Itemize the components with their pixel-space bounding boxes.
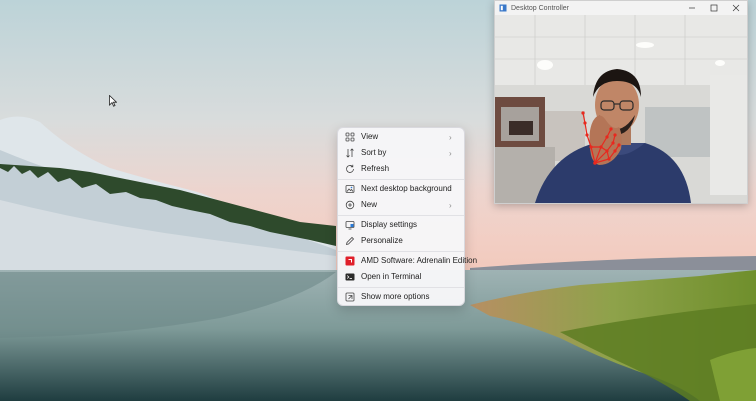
menu-item-show-more-options[interactable]: Show more options	[341, 290, 461, 304]
grid-icon	[345, 132, 355, 142]
menu-item-new[interactable]: New ›	[341, 198, 461, 212]
close-icon	[732, 4, 740, 12]
minimize-button[interactable]	[681, 1, 703, 15]
close-button[interactable]	[725, 1, 747, 15]
sort-icon	[345, 148, 355, 158]
background-icon	[345, 184, 355, 194]
new-icon	[345, 200, 355, 210]
menu-item-view[interactable]: View ›	[341, 130, 461, 144]
menu-separator	[338, 215, 464, 216]
maximize-button[interactable]	[703, 1, 725, 15]
menu-item-amd-software[interactable]: AMD Software: Adrenalin Edition	[341, 254, 477, 268]
refresh-icon	[345, 164, 355, 174]
terminal-icon	[345, 272, 355, 282]
mouse-pointer-icon	[109, 95, 117, 107]
pen-icon	[345, 236, 355, 246]
menu-item-personalize[interactable]: Personalize	[341, 234, 461, 248]
menu-separator	[338, 287, 464, 288]
menu-item-label: AMD Software: Adrenalin Edition	[361, 256, 478, 265]
chevron-right-icon: ›	[449, 148, 452, 158]
desktop-context-menu: View › Sort by › Refresh Next desktop ba…	[337, 127, 477, 306]
menu-item-label: Refresh	[361, 164, 390, 173]
menu-item-label: Sort by	[361, 148, 387, 157]
minimize-icon	[689, 7, 695, 9]
menu-separator	[338, 251, 464, 252]
chevron-right-icon: ›	[449, 132, 452, 142]
menu-item-next-desktop-background[interactable]: Next desktop background	[341, 182, 461, 196]
menu-item-sort-by[interactable]: Sort by ›	[341, 146, 461, 160]
window-title: Desktop Controller	[511, 4, 569, 12]
maximize-icon	[710, 4, 718, 12]
menu-item-display-settings[interactable]: Display settings	[341, 218, 461, 232]
amd-icon	[345, 256, 355, 266]
menu-item-label: Show more options	[361, 292, 430, 301]
window-titlebar[interactable]: Desktop Controller	[495, 1, 747, 15]
display-icon	[345, 220, 355, 230]
more-options-icon	[345, 292, 355, 302]
menu-item-label: Open in Terminal	[361, 272, 422, 281]
menu-item-label: Personalize	[361, 236, 403, 245]
menu-item-label: Next desktop background	[361, 184, 452, 193]
menu-item-refresh[interactable]: Refresh	[341, 162, 461, 176]
desktop-controller-window: Desktop Controller	[494, 0, 748, 204]
menu-item-label: View	[361, 132, 379, 141]
menu-item-open-in-terminal[interactable]: Open in Terminal	[341, 270, 461, 284]
menu-separator	[338, 179, 464, 180]
webcam-image	[495, 15, 747, 203]
webcam-feed	[495, 15, 747, 203]
menu-item-label: Display settings	[361, 220, 418, 229]
menu-item-label: New	[361, 200, 378, 209]
chevron-right-icon: ›	[449, 200, 452, 210]
app-icon	[499, 4, 507, 12]
